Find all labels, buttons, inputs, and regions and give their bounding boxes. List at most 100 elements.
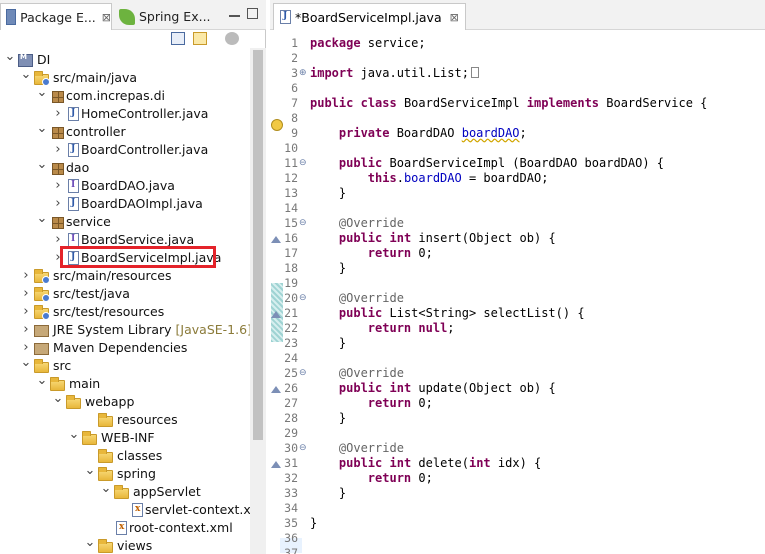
chevron-down-icon[interactable]: ⌄ (20, 67, 32, 82)
code-line[interactable]: } (310, 516, 317, 531)
tree-item[interactable]: ⌄ com.increpas.di (36, 85, 165, 104)
tree-item-label: BoardDAOImpl.java (81, 195, 203, 211)
chevron-down-icon[interactable]: ⌄ (20, 355, 32, 370)
chevron-down-icon[interactable]: ⌄ (36, 157, 48, 172)
view-menu-icon[interactable] (225, 32, 239, 45)
chevron-down-icon[interactable]: ⌄ (36, 373, 48, 388)
chevron-down-icon[interactable]: ⌄ (84, 535, 96, 550)
override-marker-icon[interactable] (271, 461, 281, 468)
tree-item[interactable]: ⌄ spring (84, 463, 156, 482)
code-line[interactable]: } (310, 336, 346, 351)
tree-item[interactable]: ⌄ appServlet (100, 481, 201, 500)
code-line[interactable]: this.boardDAO = boardDAO; (310, 171, 549, 186)
chevron-right-icon[interactable]: › (52, 106, 64, 121)
tree-item[interactable]: ⌄ WEB-INF (68, 427, 155, 446)
tree-item[interactable]: ⌄ dao (36, 157, 89, 176)
tree-item[interactable]: ⌄ M DI (4, 49, 50, 68)
tree-item[interactable]: › J HomeController.java (52, 104, 208, 122)
chevron-down-icon[interactable]: ⌄ (36, 121, 48, 136)
code-line[interactable]: @Override (310, 291, 404, 306)
collapse-fold-icon[interactable]: ⊖ (299, 294, 307, 303)
collapse-fold-icon[interactable]: ⊖ (299, 219, 307, 228)
code-line[interactable]: import java.util.List; (310, 66, 479, 81)
chevron-down-icon[interactable]: ⌄ (84, 463, 96, 478)
minimize-button[interactable] (229, 8, 240, 17)
chevron-right-icon[interactable]: › (20, 268, 32, 283)
code-line[interactable]: } (310, 486, 346, 501)
tree-item[interactable]: ⌄ src/main/java (20, 67, 137, 86)
collapse-fold-icon[interactable]: ⊖ (299, 159, 307, 168)
chevron-right-icon[interactable]: › (52, 232, 64, 247)
link-with-editor-icon[interactable] (193, 32, 207, 45)
chevron-down-icon[interactable]: ⌄ (4, 49, 16, 64)
code-token: @Override (338, 441, 404, 455)
chevron-right-icon[interactable]: › (20, 304, 32, 319)
chevron-down-icon[interactable]: ⌄ (100, 481, 112, 496)
code-line[interactable]: @Override (310, 441, 404, 456)
tree-scrollbar[interactable] (250, 48, 266, 554)
code-line[interactable]: @Override (310, 216, 404, 231)
maximize-button[interactable] (247, 8, 258, 19)
collapse-all-icon[interactable] (171, 32, 185, 45)
spring-leaf-icon (119, 8, 135, 25)
tree-item[interactable]: › J BoardController.java (52, 140, 208, 158)
code-line[interactable]: public class BoardServiceImpl implements… (310, 96, 707, 111)
tree-item[interactable]: › J BoardDAOImpl.java (52, 194, 203, 212)
code-line[interactable]: } (310, 261, 346, 276)
chevron-down-icon[interactable]: ⌄ (36, 211, 48, 226)
tree-item[interactable]: › src/test/java (20, 284, 130, 302)
tree-item[interactable]: xservlet-context.xml (116, 500, 250, 518)
scrollbar-thumb[interactable] (253, 50, 263, 440)
code-line[interactable]: return 0; (310, 471, 433, 486)
code-line[interactable]: public List<String> selectList() { (310, 306, 585, 321)
chevron-right-icon[interactable]: › (20, 322, 32, 337)
close-icon[interactable]: ⊠ (450, 11, 459, 24)
tree-item[interactable]: ⌄ controller (36, 121, 126, 140)
override-marker-icon[interactable] (271, 311, 281, 318)
code-line[interactable]: private BoardDAO boardDAO; (310, 126, 527, 141)
code-line[interactable]: } (310, 186, 346, 201)
tree-item[interactable]: ⌄ views (84, 535, 152, 554)
tree-item[interactable]: › I BoardDAO.java (52, 176, 175, 194)
tree-item[interactable]: › src/test/resources (20, 302, 164, 320)
code-line[interactable]: public int insert(Object ob) { (310, 231, 556, 246)
chevron-down-icon[interactable]: ⌄ (52, 391, 64, 406)
chevron-right-icon[interactable]: › (20, 286, 32, 301)
chevron-right-icon[interactable]: › (20, 340, 32, 355)
chevron-right-icon[interactable]: › (52, 178, 64, 193)
collapse-fold-icon[interactable]: ⊖ (299, 444, 307, 453)
tree-item[interactable]: classes (84, 446, 162, 464)
code-line[interactable]: } (310, 411, 346, 426)
tree-item[interactable]: ⌄ src (20, 355, 71, 374)
chevron-down-icon[interactable]: ⌄ (68, 427, 80, 442)
tree-item[interactable]: ⌄ webapp (52, 391, 134, 410)
folded-import-icon[interactable] (470, 67, 479, 78)
tree-item[interactable]: x root-context.xml (100, 518, 233, 536)
code-line[interactable]: return null; (310, 321, 455, 336)
close-icon[interactable]: ⊠ (102, 11, 111, 24)
tree-item[interactable]: › src/main/resources (20, 266, 171, 284)
code-line[interactable]: package service; (310, 36, 426, 51)
code-line[interactable]: public int delete(int idx) { (310, 456, 541, 471)
code-line[interactable]: return 0; (310, 396, 433, 411)
tree-item[interactable]: resources (84, 410, 178, 428)
tab-spring-explorer[interactable]: Spring Ex... (114, 3, 220, 30)
chevron-down-icon[interactable]: ⌄ (36, 85, 48, 100)
code-line[interactable]: public BoardServiceImpl (BoardDAO boardD… (310, 156, 664, 171)
collapse-fold-icon[interactable]: ⊖ (299, 369, 307, 378)
chevron-right-icon[interactable]: › (52, 196, 64, 211)
code-line[interactable]: @Override (310, 366, 404, 381)
tree-item[interactable]: › Maven Dependencies (20, 338, 187, 356)
tab-package-explorer[interactable]: Package E... ⊠ (0, 3, 112, 30)
override-marker-icon[interactable] (271, 236, 281, 243)
tree-item[interactable]: ⌄ main (36, 373, 100, 392)
code-token: BoardDAO (389, 126, 462, 140)
tree-item[interactable]: ⌄ service (36, 211, 111, 230)
code-line[interactable]: public int update(Object ob) { (310, 381, 556, 396)
override-marker-icon[interactable] (271, 386, 281, 393)
code-line[interactable]: return 0; (310, 246, 433, 261)
expand-fold-icon[interactable]: ⊕ (299, 69, 307, 78)
chevron-right-icon[interactable]: › (52, 142, 64, 157)
tree-item[interactable]: › JRE System Library [JavaSE-1.6] (20, 320, 250, 338)
tab-boardserviceimpl[interactable]: J *BoardServiceImpl.java ⊠ (273, 3, 466, 30)
